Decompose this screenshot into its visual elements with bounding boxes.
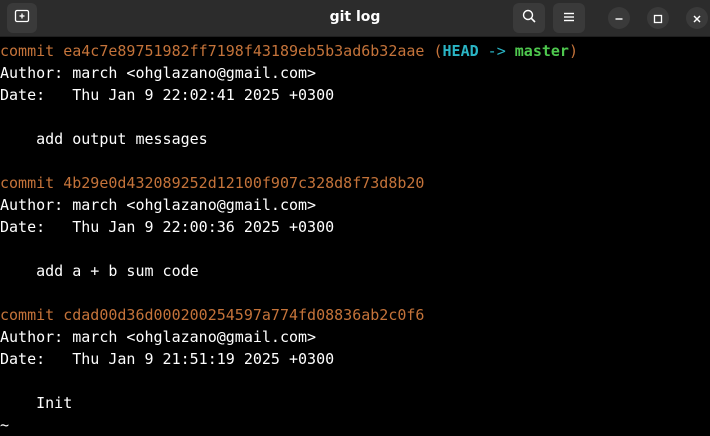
date-line: Date: Thu Jan 9 22:02:41 2025 +0300 bbox=[0, 86, 335, 104]
commit-line: commit 4b29e0d432089252d12100f907c328d8f… bbox=[0, 172, 710, 194]
commit-hash: cdad00d36d000200254597a774fd08836ab2c0f6 bbox=[63, 306, 425, 324]
author-line: Author: march <ohglazano@gmail.com> bbox=[0, 196, 317, 214]
author-line: Author: march <ohglazano@gmail.com> bbox=[0, 64, 317, 82]
author-line: Author: march <ohglazano@gmail.com> bbox=[0, 328, 317, 346]
menu-icon bbox=[562, 9, 576, 28]
new-tab-icon bbox=[14, 8, 30, 28]
head-ref: HEAD bbox=[442, 42, 479, 60]
maximize-icon bbox=[653, 9, 663, 28]
date-line: Date: Thu Jan 9 21:51:19 2025 +0300 bbox=[0, 350, 335, 368]
search-icon bbox=[521, 8, 537, 28]
commit-hash: ea4c7e89751982ff7198f43189eb5b3ad6b32aae bbox=[63, 42, 425, 60]
minimize-icon bbox=[614, 9, 624, 28]
close-button[interactable] bbox=[686, 7, 708, 29]
branch-ref: master bbox=[514, 42, 569, 60]
date-line: Date: Thu Jan 9 22:00:36 2025 +0300 bbox=[0, 218, 335, 236]
commit-label: commit bbox=[0, 306, 55, 324]
commit-message: add output messages bbox=[0, 130, 208, 148]
close-icon bbox=[692, 9, 702, 28]
commit-label: commit bbox=[0, 174, 55, 192]
ref-arrow: -> bbox=[487, 42, 506, 60]
new-tab-button[interactable] bbox=[7, 3, 37, 33]
search-button[interactable] bbox=[513, 3, 545, 33]
commit-line: commit cdad00d36d000200254597a774fd08836… bbox=[0, 304, 710, 326]
title-bar: git log bbox=[0, 0, 710, 37]
window-title: git log bbox=[329, 9, 381, 25]
refs-close: ) bbox=[568, 42, 578, 60]
pager-prompt: ~ bbox=[0, 416, 10, 434]
commit-message: add a + b sum code bbox=[0, 262, 199, 280]
menu-button[interactable] bbox=[553, 3, 585, 33]
minimize-button[interactable] bbox=[608, 7, 630, 29]
commit-hash: 4b29e0d432089252d12100f907c328d8f73d8b20 bbox=[63, 174, 425, 192]
commit-message: Init bbox=[0, 394, 73, 412]
refs-open: ( bbox=[433, 42, 443, 60]
maximize-button[interactable] bbox=[647, 7, 669, 29]
commit-label: commit bbox=[0, 42, 55, 60]
commit-line: commit ea4c7e89751982ff7198f43189eb5b3ad… bbox=[0, 40, 710, 62]
terminal-output[interactable]: commit ea4c7e89751982ff7198f43189eb5b3ad… bbox=[0, 40, 710, 436]
